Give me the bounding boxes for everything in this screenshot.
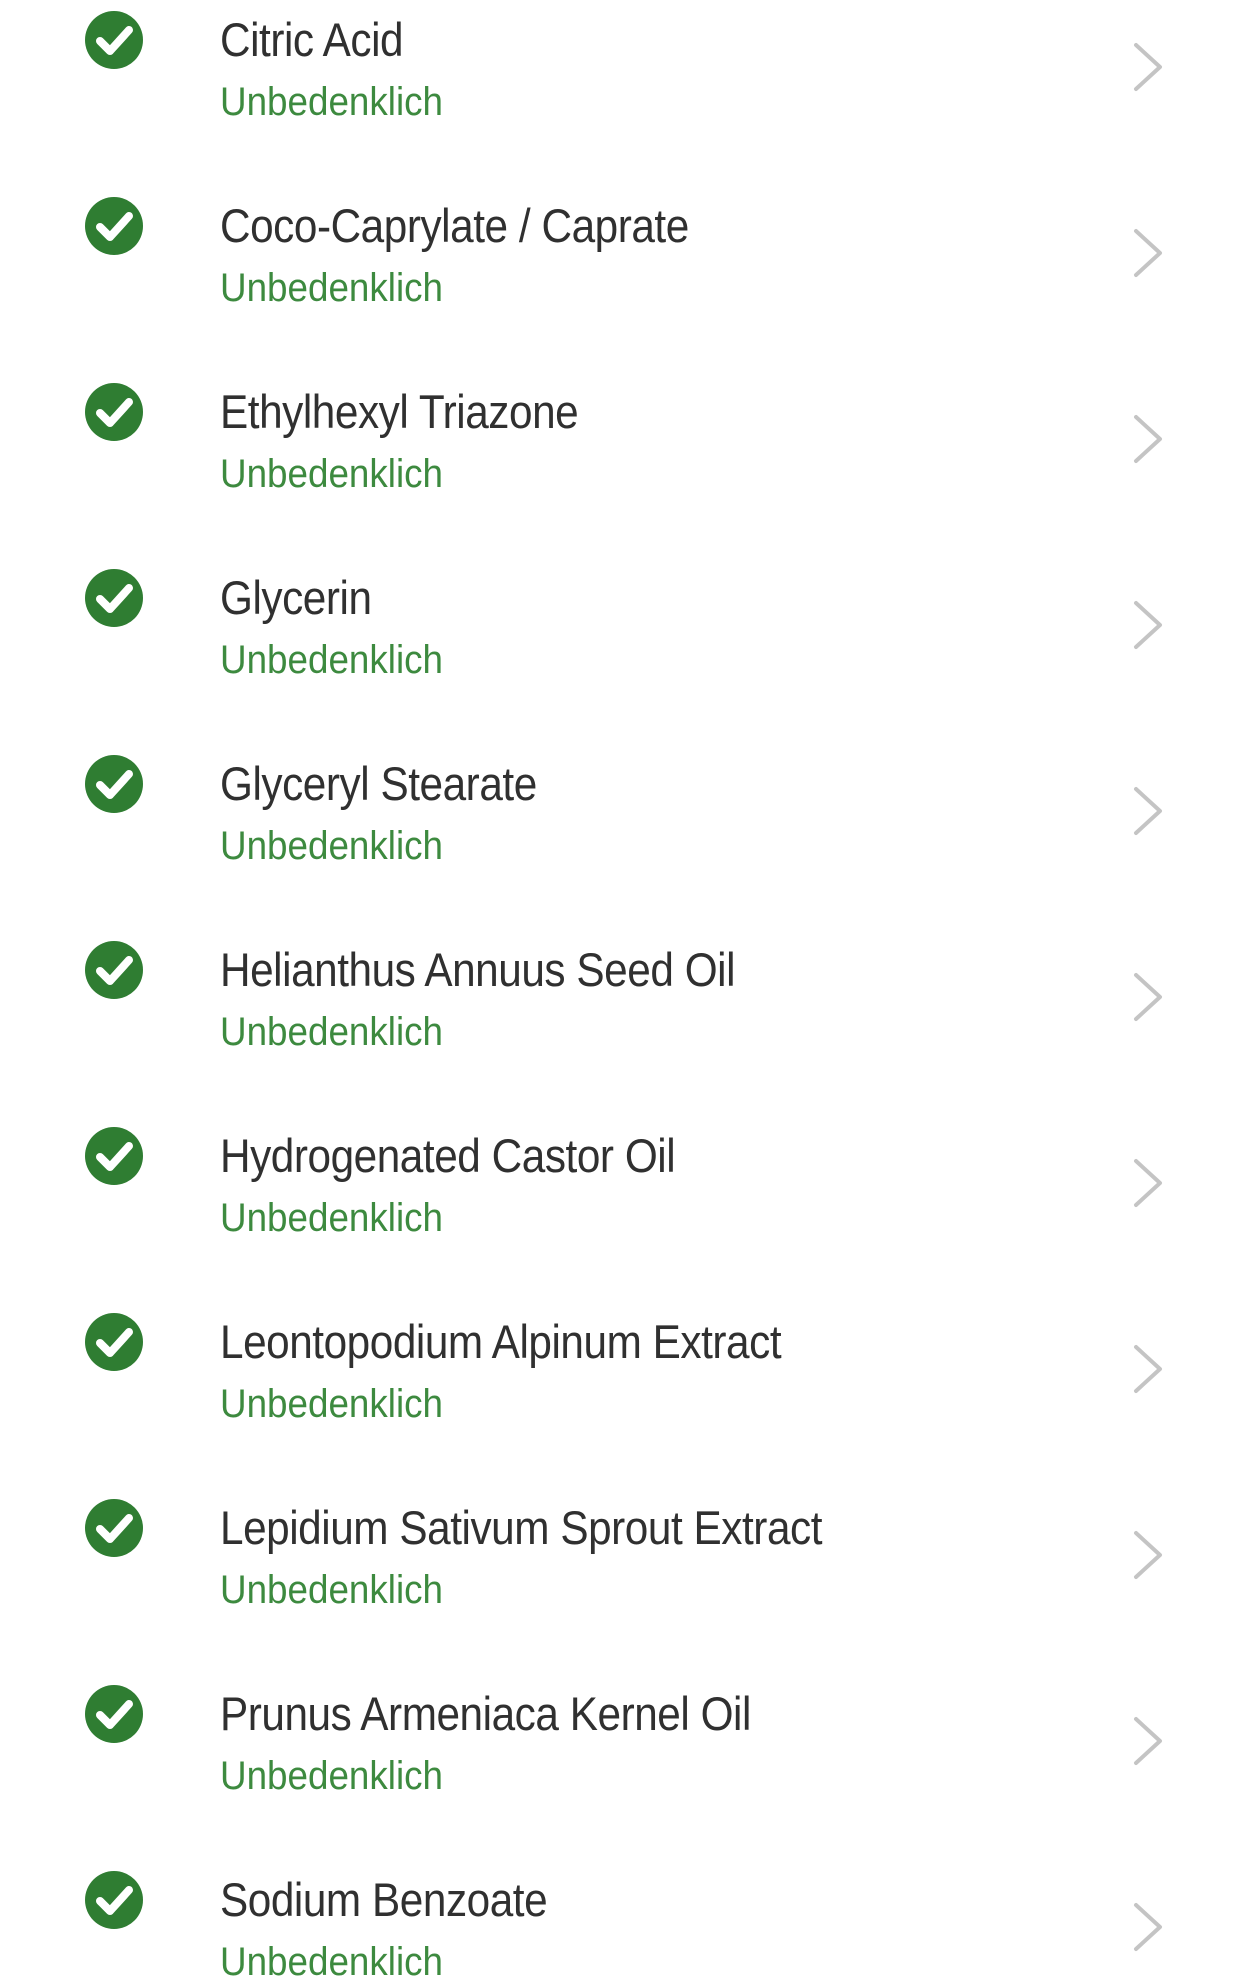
chevron-right-icon [1128,223,1168,283]
check-circle-icon [85,11,143,69]
ingredient-name: Leontopodium Alpinum Extract [220,1315,782,1368]
chevron-right-icon [1128,1525,1168,1585]
ingredient-rating: Unbedenklich [220,1010,443,1054]
check-circle-icon [85,1499,143,1557]
check-circle-icon [85,941,143,999]
check-circle-icon [85,755,143,813]
chevron-right-icon [1128,781,1168,841]
chevron-right-icon [1128,409,1168,469]
check-circle-icon [85,383,143,441]
list-item[interactable]: Citric Acid Unbedenklich [0,0,1242,185]
ingredient-rating: Unbedenklich [220,452,443,496]
ingredient-rating: Unbedenklich [220,638,443,682]
check-circle-icon [85,1685,143,1743]
ingredient-name: Hydrogenated Castor Oil [220,1129,676,1182]
chevron-right-icon [1128,967,1168,1027]
list-item[interactable]: Helianthus Annuus Seed Oil Unbedenklich [0,930,1242,1115]
ingredient-name: Citric Acid [220,13,404,66]
chevron-right-icon [1128,37,1168,97]
ingredient-name: Sodium Benzoate [220,1873,548,1926]
chevron-right-icon [1128,595,1168,655]
list-item[interactable]: Glyceryl Stearate Unbedenklich [0,744,1242,929]
list-item[interactable]: Coco-Caprylate / Caprate Unbedenklich [0,186,1242,371]
ingredient-rating: Unbedenklich [220,1940,443,1979]
list-item[interactable]: Leontopodium Alpinum Extract Unbedenklic… [0,1302,1242,1487]
ingredient-list: Citric Acid Unbedenklich Coco-Caprylate … [0,0,1242,1979]
ingredient-name: Glyceryl Stearate [220,757,537,810]
ingredient-name: Lepidium Sativum Sprout Extract [220,1501,823,1554]
list-item[interactable]: Lepidium Sativum Sprout Extract Unbedenk… [0,1488,1242,1673]
check-circle-icon [85,569,143,627]
check-circle-icon [85,1127,143,1185]
ingredient-name: Ethylhexyl Triazone [220,385,579,438]
chevron-right-icon [1128,1711,1168,1771]
ingredient-rating: Unbedenklich [220,266,443,310]
ingredient-name: Prunus Armeniaca Kernel Oil [220,1687,751,1740]
ingredient-rating: Unbedenklich [220,1754,443,1798]
ingredient-name: Glycerin [220,571,372,624]
list-item[interactable]: Hydrogenated Castor Oil Unbedenklich [0,1116,1242,1301]
ingredient-rating: Unbedenklich [220,80,443,124]
ingredient-rating: Unbedenklich [220,1568,443,1612]
ingredient-name: Coco-Caprylate / Caprate [220,199,689,252]
ingredient-rating: Unbedenklich [220,1196,443,1240]
check-circle-icon [85,197,143,255]
chevron-right-icon [1128,1339,1168,1399]
check-circle-icon [85,1871,143,1929]
ingredient-rating: Unbedenklich [220,1382,443,1426]
ingredient-name: Helianthus Annuus Seed Oil [220,943,736,996]
list-item[interactable]: Ethylhexyl Triazone Unbedenklich [0,372,1242,557]
ingredient-rating: Unbedenklich [220,824,443,868]
list-item[interactable]: Prunus Armeniaca Kernel Oil Unbedenklich [0,1674,1242,1859]
chevron-right-icon [1128,1153,1168,1213]
list-item[interactable]: Sodium Benzoate Unbedenklich [0,1860,1242,1979]
check-circle-icon [85,1313,143,1371]
chevron-right-icon [1128,1897,1168,1957]
list-item[interactable]: Glycerin Unbedenklich [0,558,1242,743]
